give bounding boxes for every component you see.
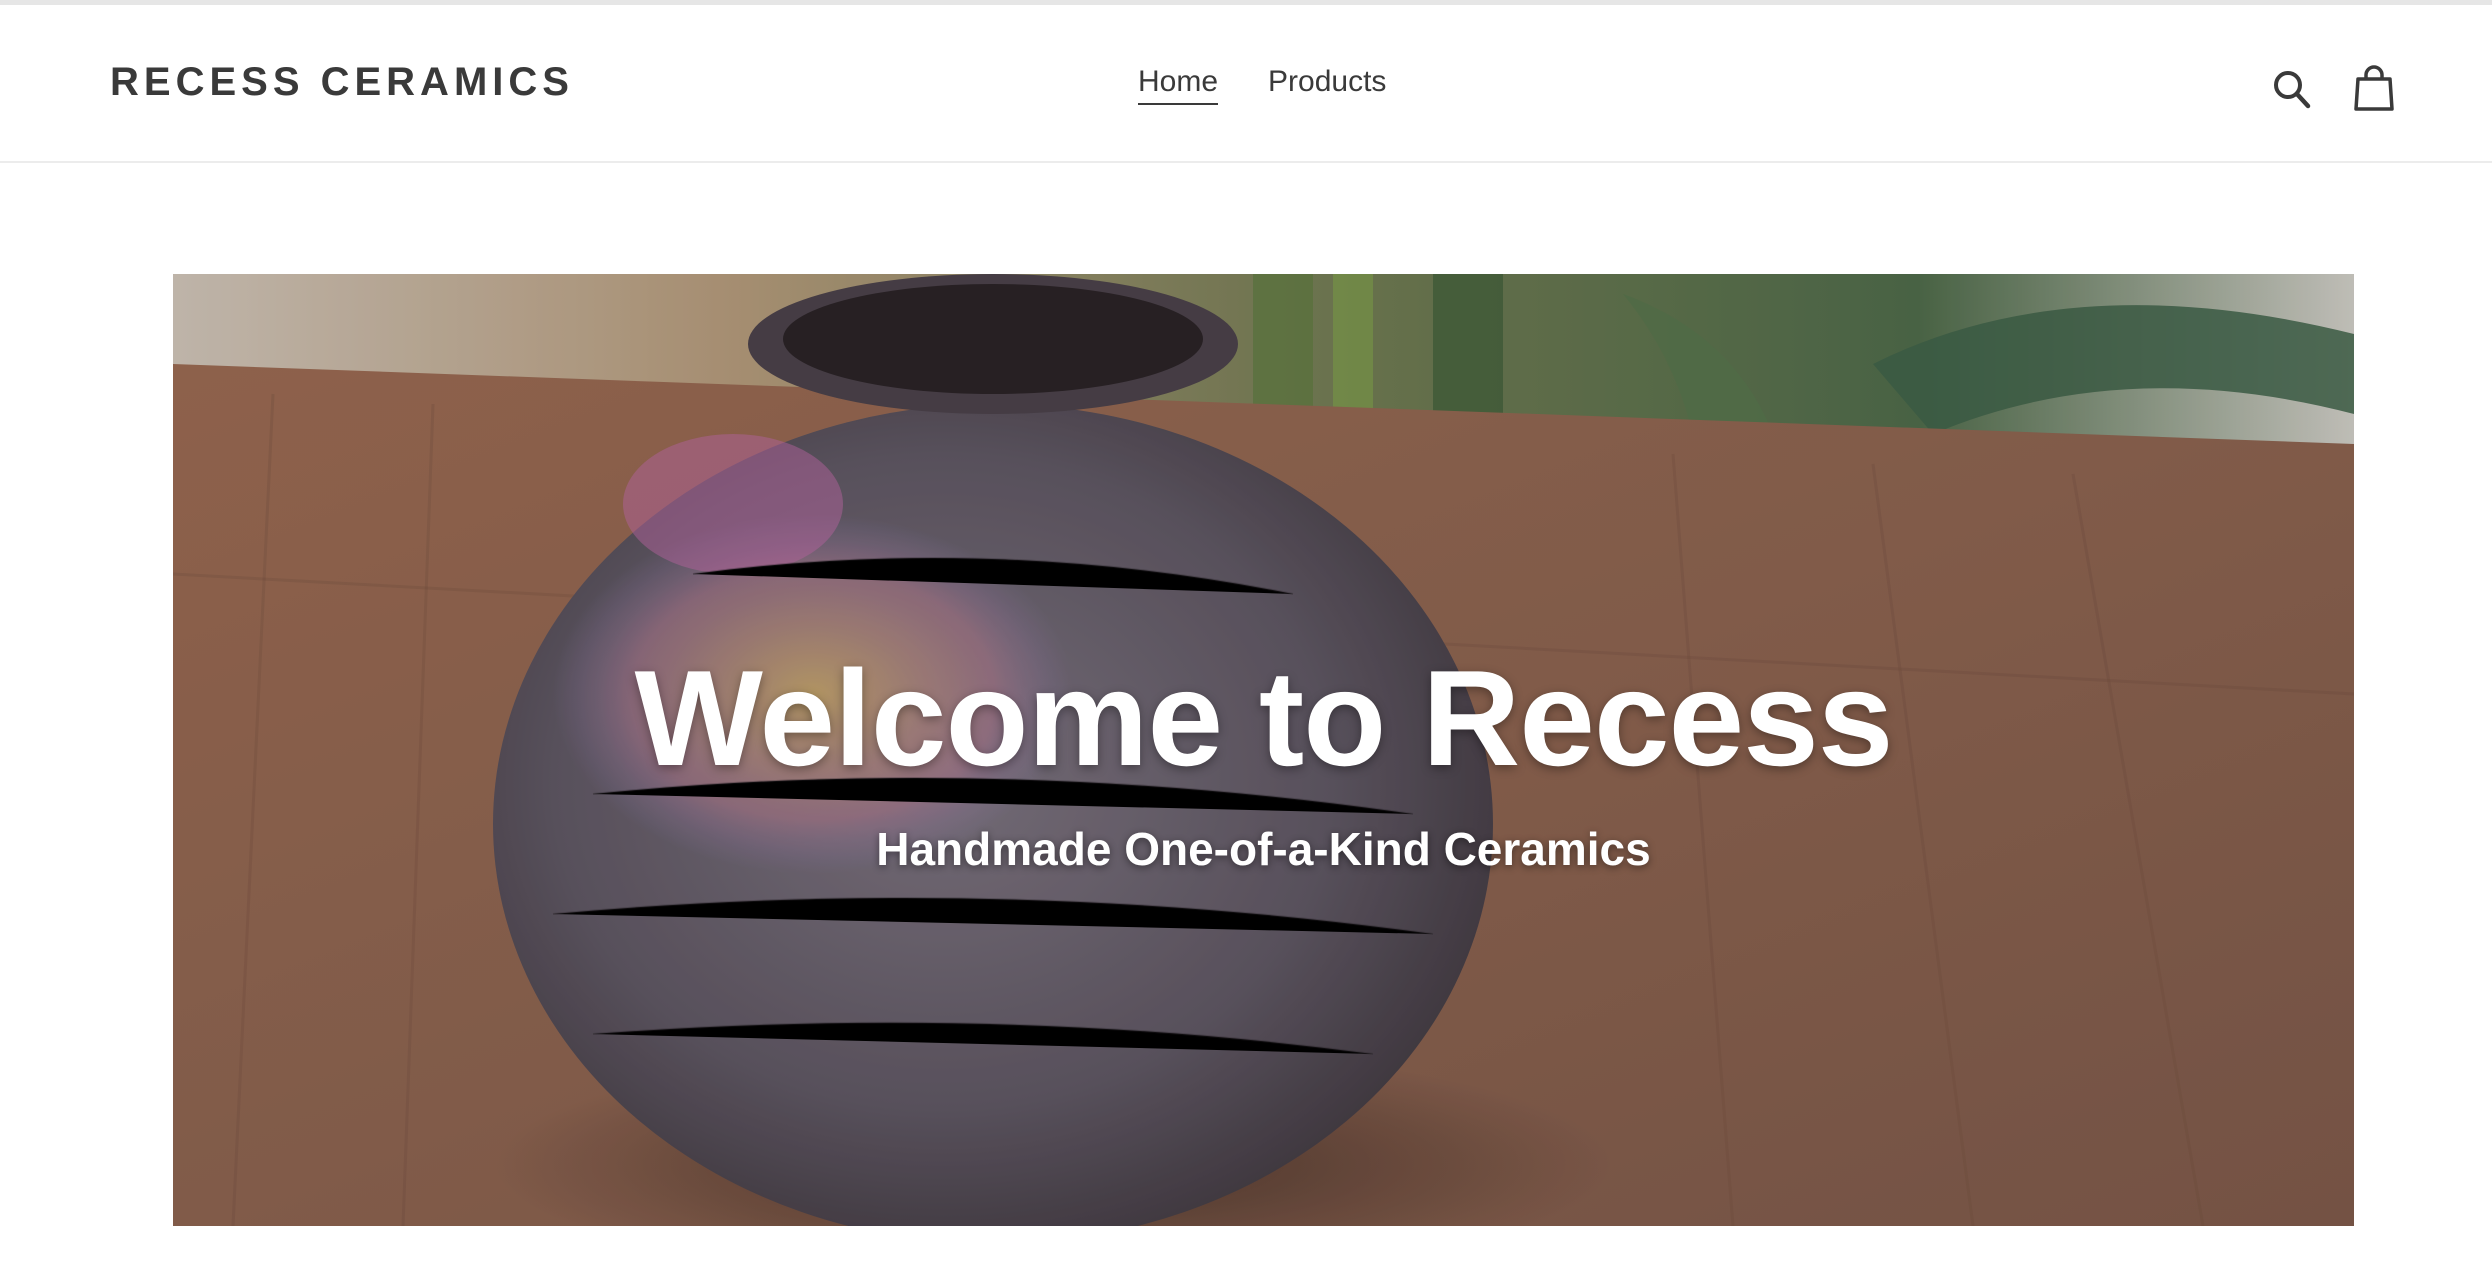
hero-title: Welcome to Recess — [634, 642, 1894, 795]
nav-link-home[interactable]: Home — [1138, 65, 1219, 105]
nav-link-products[interactable]: Products — [1268, 65, 1386, 105]
search-icon[interactable] — [2270, 65, 2314, 113]
site-logo[interactable]: RECESS CERAMICS — [110, 60, 574, 105]
header-icons — [2270, 65, 2396, 113]
hero-text: Welcome to Recess Handmade One-of-a-Kind… — [173, 274, 2354, 1226]
hero-subtitle: Handmade One-of-a-Kind Ceramics — [876, 822, 1651, 875]
main-nav: Home Products — [1138, 65, 1386, 105]
cart-icon[interactable] — [2352, 65, 2396, 113]
site-header: RECESS CERAMICS Home Products — [0, 5, 2492, 163]
hero-banner: Welcome to Recess Handmade One-of-a-Kind… — [173, 274, 2354, 1226]
